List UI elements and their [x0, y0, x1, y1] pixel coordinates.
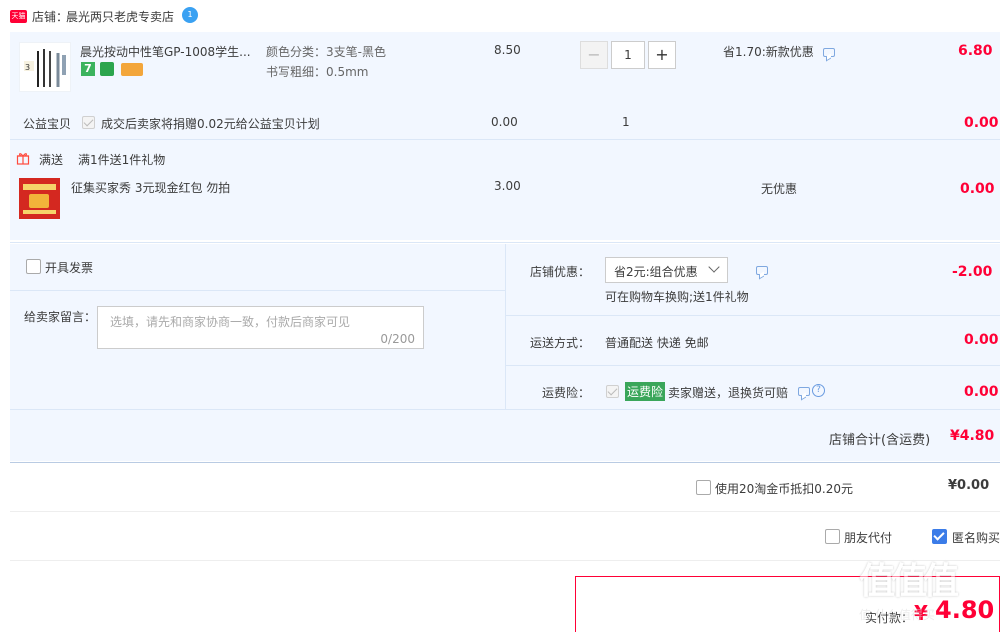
- product-thumbnail[interactable]: 3: [19, 42, 71, 92]
- chevron-down-icon: [708, 261, 720, 273]
- coupon-select[interactable]: 省2元:组合优惠: [605, 257, 728, 283]
- insurance-text: 卖家赠送，退换货可赔: [668, 386, 789, 400]
- gift-title: 征集买家秀 3元现金红包 勿拍: [71, 181, 231, 195]
- gift-subtotal: 0.00: [960, 181, 995, 197]
- friend-pay-label[interactable]: 朋友代付: [844, 529, 892, 546]
- item-discount: 省1.70:新款优惠: [723, 45, 814, 59]
- badge-credit-card-icon: [121, 63, 143, 76]
- gift-tag: 满送: [39, 153, 64, 167]
- anonymous-label[interactable]: 匿名购买: [952, 529, 1000, 546]
- coupon-amount: -2.00: [952, 264, 993, 280]
- insurance-help-icon[interactable]: ?: [812, 384, 825, 397]
- shipping-value: 普通配送 快递 免邮: [605, 336, 709, 350]
- coupon-label: 店铺优惠：: [530, 265, 591, 279]
- message-input[interactable]: 选填，请先和商家协商一致，付款后商家可见 0/200: [97, 306, 424, 349]
- insurance-checkbox: [606, 385, 619, 398]
- shop-total-amount: ¥4.80: [950, 428, 995, 444]
- charity-price: 0.00: [491, 115, 518, 129]
- chat-icon[interactable]: 1: [182, 7, 198, 23]
- tmall-badge: 天猫: [10, 10, 27, 23]
- spec-color: 颜色分类：3支笔-黑色: [266, 45, 386, 59]
- insurance-tag: 运费险: [625, 382, 666, 401]
- coupon-note: 可在购物车换购;送1件礼物: [605, 290, 749, 304]
- charity-checkbox: [82, 116, 95, 129]
- message-placeholder: 选填，请先和商家协商一致，付款后商家可见: [110, 315, 351, 329]
- gift-thumbnail: [19, 178, 60, 219]
- gift-price: 3.00: [494, 179, 521, 193]
- svg-text:3: 3: [25, 63, 30, 72]
- charity-text: 成交后卖家将捐赠0.02元给公益宝贝计划: [101, 117, 320, 131]
- discount-info-icon[interactable]: [823, 48, 835, 57]
- message-label: 给卖家留言：: [24, 310, 97, 324]
- friend-pay-checkbox[interactable]: [825, 529, 840, 544]
- invoice-checkbox[interactable]: [26, 259, 41, 274]
- increase-button[interactable]: +: [648, 41, 676, 69]
- item-section: [10, 32, 1000, 240]
- charity-subtotal: 0.00: [964, 115, 999, 131]
- coins-checkbox[interactable]: [696, 480, 711, 495]
- coins-amount: ¥0.00: [948, 478, 990, 493]
- coupon-selected-value: 省2元:组合优惠: [614, 265, 698, 279]
- pay-currency: ¥: [914, 601, 928, 625]
- anonymous-checkbox[interactable]: [932, 529, 947, 544]
- spec-width: 书写粗细：0.5mm: [266, 65, 369, 79]
- insurance-label: 运费险：: [542, 386, 591, 400]
- decrease-button[interactable]: −: [580, 41, 608, 69]
- quantity-stepper: − 1 +: [580, 41, 676, 69]
- gift-icon: [16, 151, 30, 165]
- charity-quantity: 1: [622, 115, 630, 129]
- coupon-info-icon[interactable]: [756, 266, 768, 275]
- unit-price: 8.50: [494, 43, 521, 57]
- coins-text[interactable]: 使用20淘金币抵扣0.20元: [715, 480, 853, 497]
- quantity-input[interactable]: 1: [611, 41, 645, 69]
- badge-guarantee-icon: [100, 62, 114, 76]
- pay-amount: 4.80: [935, 596, 995, 624]
- gift-discount: 无优惠: [761, 182, 798, 196]
- badge-7day-icon: 7: [81, 62, 95, 76]
- charity-label: 公益宝贝: [23, 117, 72, 131]
- pen-image-icon: 3: [24, 49, 66, 87]
- gift-rule: 满1件送1件礼物: [78, 153, 166, 167]
- shop-total-label: 店铺合计(含运费): [829, 433, 931, 448]
- shipping-amount: 0.00: [964, 332, 999, 348]
- message-counter: 0/200: [380, 332, 415, 346]
- invoice-label[interactable]: 开具发票: [45, 259, 93, 276]
- insurance-amount: 0.00: [964, 384, 999, 400]
- shipping-label: 运送方式：: [530, 336, 591, 350]
- product-title-link[interactable]: 晨光按动中性笔GP-1008学生...: [80, 43, 251, 60]
- shop-label: 店铺：: [32, 10, 69, 24]
- pay-label: 实付款：: [865, 611, 914, 625]
- shop-name-link[interactable]: 晨光两只老虎专卖店: [66, 8, 174, 25]
- insurance-chat-icon[interactable]: [798, 387, 810, 396]
- item-subtotal: 6.80: [958, 43, 993, 59]
